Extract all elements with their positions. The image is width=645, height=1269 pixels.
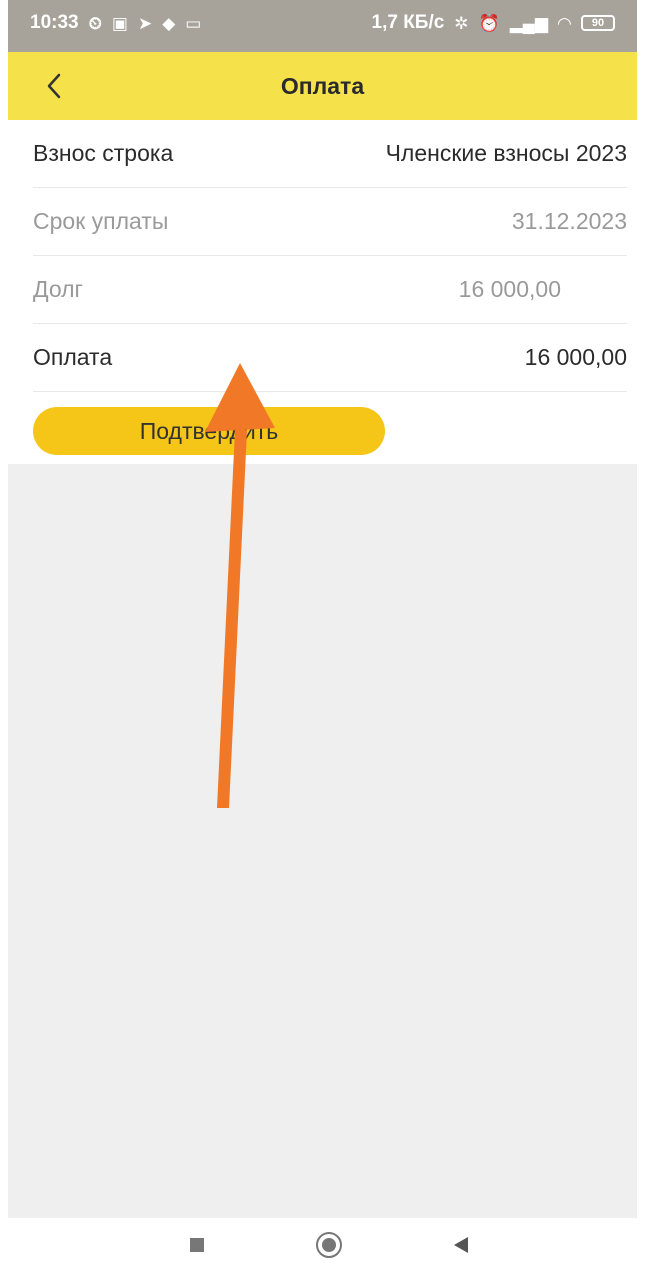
wifi-icon: ◠ [557,13,571,33]
app-icon: ◆ [162,13,176,33]
app-header: Оплата [8,52,637,120]
payment-form: Взнос строка Членские взносы 2023 Срок у… [8,120,637,464]
row-label: Взнос строка [33,140,174,166]
row-label: Долг [33,276,83,302]
system-nav-bar [0,1218,645,1269]
payment-amount-field[interactable]: 16 000,00 [525,344,627,371]
status-left: 10:33 ⏲ ▣ ➤ ◆ ▭ [30,12,201,34]
row-contribution: Взнос строка Членские взносы 2023 [33,120,627,188]
recent-apps-icon [190,1238,204,1252]
bluetooth-icon: ✲ [454,13,469,33]
row-debt: Долг 16 000,00 [33,256,627,324]
alarm-icon: ⏲ [88,13,102,33]
alarm-icon: ⏰ [478,13,500,33]
status-right: 1,7 КБ/с ✲ ⏰ ▂▄▆ ◠ 90 [371,12,615,34]
row-due-date: Срок уплаты 31.12.2023 [33,188,627,256]
signal-icon: ▂▄▆ [509,13,548,33]
back-nav-button[interactable] [446,1230,476,1260]
laptop-icon: ▭ [185,13,202,33]
status-time: 10:33 [30,12,79,33]
recent-apps-button[interactable] [182,1230,212,1260]
chevron-left-icon [47,73,61,99]
home-icon [316,1232,342,1258]
page-title: Оплата [280,72,365,99]
battery-level: 90 [591,17,605,29]
app-icon: ▣ [111,13,128,33]
home-button[interactable] [314,1230,344,1260]
battery-icon: 90 [581,15,615,31]
network-speed: 1,7 КБ/с [371,12,445,33]
row-value: 16 000,00 [458,276,561,302]
empty-content-area [8,464,637,1218]
status-bar: 10:33 ⏲ ▣ ➤ ◆ ▭ 1,7 КБ/с ✲ ⏰ ▂▄▆ ◠ 90 [8,0,637,52]
row-value: Членские взносы 2023 [385,140,627,166]
back-triangle-icon [454,1237,468,1253]
row-label: Оплата [33,344,113,370]
row-value: 31.12.2023 [511,208,627,234]
row-label: Срок уплаты [33,208,169,234]
back-button[interactable] [34,64,74,108]
confirm-button[interactable]: Подтвердить [33,407,385,455]
location-icon: ➤ [137,13,153,33]
row-payment[interactable]: Оплата 16 000,00 [33,324,627,392]
